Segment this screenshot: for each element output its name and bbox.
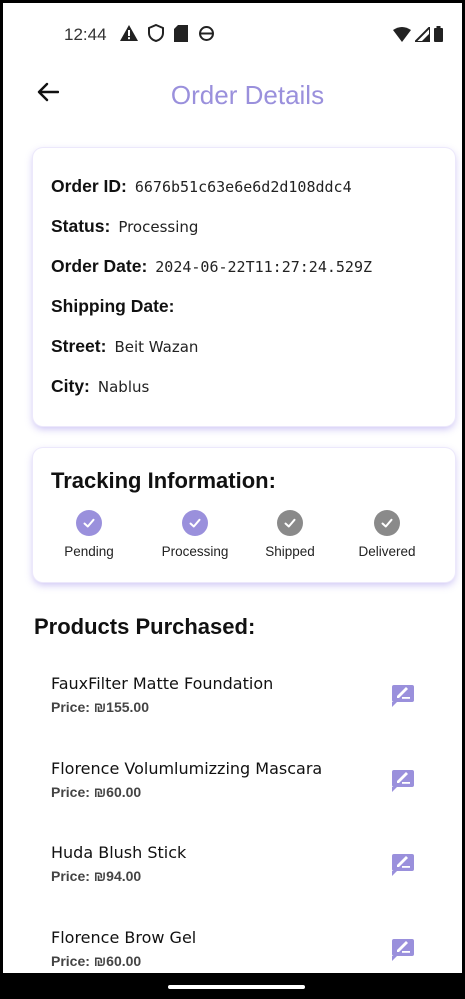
rate-review-button[interactable] <box>390 682 416 708</box>
step-label: Delivered <box>358 544 416 559</box>
product-price: Price: ₪94.00 <box>51 868 142 884</box>
shipping-date-label: Shipping Date: <box>51 296 175 316</box>
status-value: Processing <box>118 218 199 236</box>
order-info-card: Order ID: 6676b51c63e6e6d2d108ddc4 Statu… <box>33 148 455 426</box>
order-date-label: Order Date: <box>51 256 148 276</box>
check-circle-icon <box>182 510 208 536</box>
wifi-icon <box>393 26 411 46</box>
tracking-title: Tracking Information: <box>51 468 276 493</box>
status-label: Status: <box>51 216 111 236</box>
check-circle-icon <box>374 510 400 536</box>
status-bar: 12:44 <box>0 0 465 68</box>
street-label: Street: <box>51 336 107 356</box>
rate-review-icon <box>390 939 416 966</box>
rate-review-icon <box>390 685 416 712</box>
warning-icon <box>120 25 138 45</box>
tracking-step-shipped: Shipped <box>240 510 340 559</box>
app-bar: Order Details <box>0 70 465 126</box>
shield-icon <box>148 23 164 46</box>
step-label: Processing <box>161 544 229 559</box>
street-value: Beit Wazan <box>114 338 199 356</box>
product-name: FauxFilter Matte Foundation <box>51 674 274 693</box>
status-row: Status: Processing <box>51 216 455 256</box>
rate-review-button[interactable] <box>390 936 416 962</box>
battery-icon <box>434 26 443 46</box>
order-id-label: Order ID: <box>51 176 127 196</box>
tracking-step-pending: Pending <box>39 510 139 559</box>
city-label: City: <box>51 376 90 396</box>
step-label: Pending <box>64 544 114 559</box>
products-title: Products Purchased: <box>34 614 256 639</box>
rate-review-button[interactable] <box>390 767 416 793</box>
home-gesture-handle[interactable] <box>168 985 305 989</box>
order-date-value: 2024-06-22T11:27:24.529Z <box>155 258 373 276</box>
sd-card-icon <box>174 24 188 46</box>
step-label: Shipped <box>265 544 315 559</box>
product-name: Florence Brow Gel <box>51 928 197 947</box>
system-nav-bar <box>0 973 465 999</box>
street-row: Street: Beit Wazan <box>51 336 455 376</box>
product-name: Huda Blush Stick <box>51 843 187 862</box>
city-value: Nablus <box>97 378 150 396</box>
status-time: 12:44 <box>64 25 107 44</box>
product-item: Huda Blush Stick Price: ₪94.00 <box>51 843 431 903</box>
tracking-steps: Pending Processing Shipped Delivered <box>33 510 455 570</box>
order-date-row: Order Date: 2024-06-22T11:27:24.529Z <box>51 256 455 296</box>
rate-review-icon <box>390 770 416 797</box>
product-price: Price: ₪60.00 <box>51 953 142 969</box>
sync-icon <box>198 25 215 46</box>
product-item: FauxFilter Matte Foundation Price: ₪155.… <box>51 674 431 734</box>
product-price: Price: ₪155.00 <box>51 699 149 715</box>
rate-review-icon <box>390 854 416 881</box>
signal-icon <box>412 24 431 46</box>
product-name: Florence Volumlumizzing Mascara <box>51 759 323 778</box>
city-row: City: Nablus <box>51 376 455 416</box>
order-id-value: 6676b51c63e6e6d2d108ddc4 <box>134 178 352 196</box>
shipping-date-row: Shipping Date: <box>51 296 455 336</box>
rate-review-button[interactable] <box>390 851 416 877</box>
check-circle-icon <box>277 510 303 536</box>
page-title: Order Details <box>170 80 325 110</box>
tracking-step-processing: Processing <box>145 510 245 559</box>
tracking-step-delivered: Delivered <box>337 510 437 559</box>
product-item: Florence Volumlumizzing Mascara Price: ₪… <box>51 759 431 819</box>
tracking-card: Tracking Information: Pending Processing… <box>33 448 455 582</box>
product-price: Price: ₪60.00 <box>51 784 142 800</box>
check-circle-icon <box>76 510 102 536</box>
order-id-row: Order ID: 6676b51c63e6e6d2d108ddc4 <box>51 176 455 216</box>
